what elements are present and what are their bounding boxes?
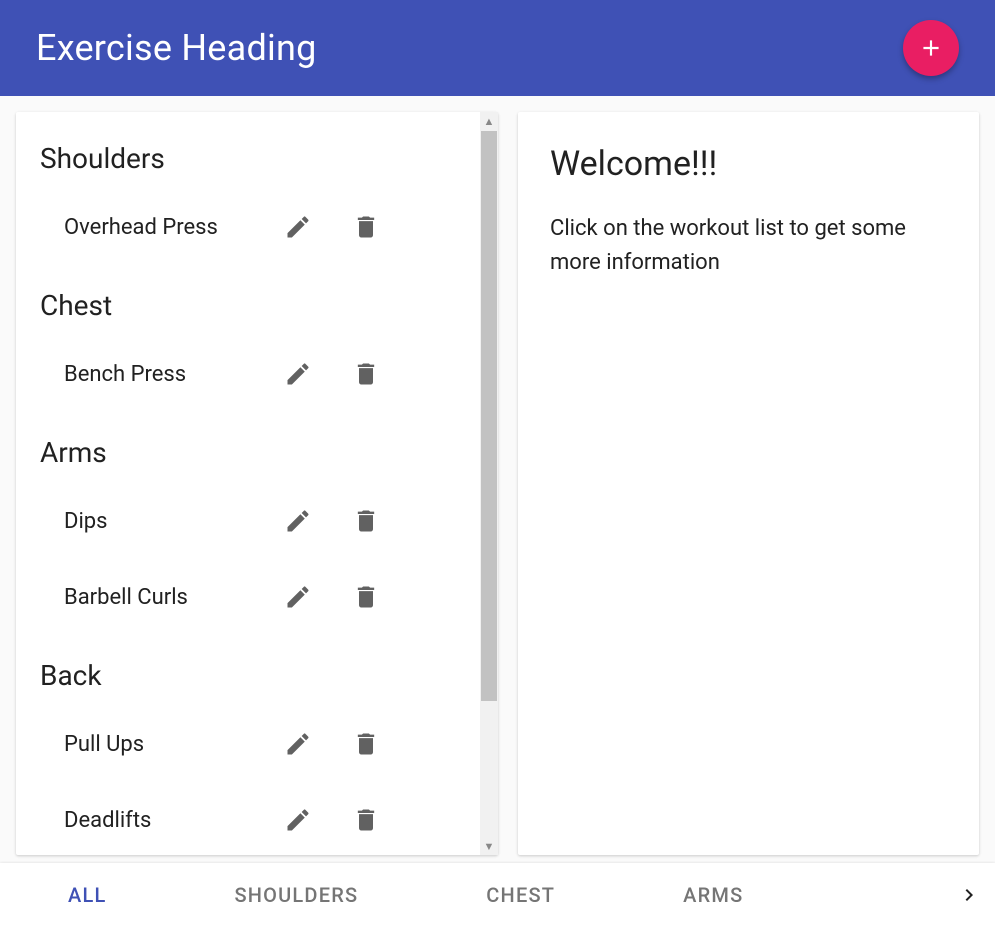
delete-button[interactable]: [342, 720, 390, 768]
exercise-link-pull-ups[interactable]: Pull Ups: [64, 732, 274, 757]
chevron-right-icon: [957, 883, 981, 907]
exercise-list-scroll: Shoulders Overhead Press Chest Bench Pre…: [16, 112, 498, 855]
tab-scroll-right-button[interactable]: [947, 863, 991, 927]
trash-icon: [352, 583, 380, 611]
edit-button[interactable]: [274, 796, 322, 844]
exercise-list-panel: Shoulders Overhead Press Chest Bench Pre…: [16, 112, 498, 855]
trash-icon: [352, 213, 380, 241]
scroll-down-arrow[interactable]: ▼: [480, 837, 498, 855]
list-item: Overhead Press: [40, 189, 474, 265]
edit-button[interactable]: [274, 720, 322, 768]
list-item: Dips: [40, 483, 474, 559]
delete-button[interactable]: [342, 796, 390, 844]
scrollbar-thumb[interactable]: [481, 131, 497, 701]
pencil-icon: [284, 583, 312, 611]
trash-icon: [352, 360, 380, 388]
delete-button[interactable]: [342, 203, 390, 251]
detail-body: Click on the workout list to get some mo…: [550, 212, 947, 280]
tab-all[interactable]: ALL: [4, 863, 170, 927]
detail-title: Welcome!!!: [550, 144, 947, 184]
detail-panel: Welcome!!! Click on the workout list to …: [518, 112, 979, 855]
tab-chest[interactable]: CHEST: [422, 863, 619, 927]
add-exercise-button[interactable]: [903, 20, 959, 76]
trash-icon: [352, 806, 380, 834]
edit-button[interactable]: [274, 497, 322, 545]
pencil-icon: [284, 360, 312, 388]
pencil-icon: [284, 730, 312, 758]
delete-button[interactable]: [342, 350, 390, 398]
exercise-link-bench-press[interactable]: Bench Press: [64, 362, 274, 387]
delete-button[interactable]: [342, 573, 390, 621]
group-header-back: Back: [40, 635, 474, 706]
trash-icon: [352, 730, 380, 758]
delete-button[interactable]: [342, 497, 390, 545]
pencil-icon: [284, 213, 312, 241]
pencil-icon: [284, 806, 312, 834]
exercise-link-dips[interactable]: Dips: [64, 509, 274, 534]
exercise-link-barbell-curls[interactable]: Barbell Curls: [64, 585, 274, 610]
list-item: Deadlifts: [40, 782, 474, 855]
edit-button[interactable]: [274, 573, 322, 621]
scrollbar[interactable]: ▲ ▼: [480, 112, 498, 855]
tab-arms[interactable]: ARMS: [619, 863, 807, 927]
edit-button[interactable]: [274, 203, 322, 251]
exercise-link-deadlifts[interactable]: Deadlifts: [64, 808, 274, 833]
tab-shoulders[interactable]: SHOULDERS: [170, 863, 422, 927]
group-header-shoulders: Shoulders: [40, 128, 474, 189]
scroll-up-arrow[interactable]: ▲: [480, 112, 498, 130]
trash-icon: [352, 507, 380, 535]
tab-bar-scroll: ALL SHOULDERS CHEST ARMS: [4, 863, 947, 927]
exercise-link-overhead-press[interactable]: Overhead Press: [64, 215, 274, 240]
tab-bar: ALL SHOULDERS CHEST ARMS: [0, 863, 995, 927]
list-item: Pull Ups: [40, 706, 474, 782]
page-title: Exercise Heading: [36, 27, 317, 69]
main-area: Shoulders Overhead Press Chest Bench Pre…: [0, 96, 995, 863]
edit-button[interactable]: [274, 350, 322, 398]
pencil-icon: [284, 507, 312, 535]
group-header-arms: Arms: [40, 412, 474, 483]
app-bar: Exercise Heading: [0, 0, 995, 96]
list-item: Barbell Curls: [40, 559, 474, 635]
list-item: Bench Press: [40, 336, 474, 412]
group-header-chest: Chest: [40, 265, 474, 336]
plus-icon: [918, 35, 944, 61]
